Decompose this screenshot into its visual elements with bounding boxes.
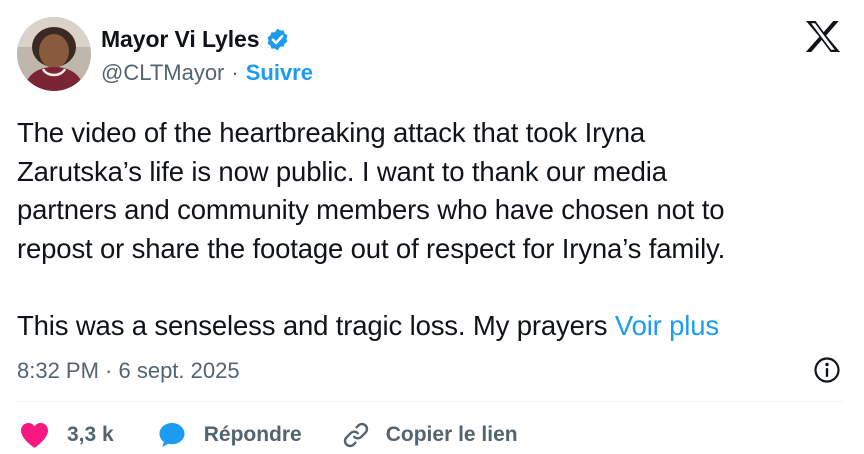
tweet-meta: 8:32 PM · 6 sept. 2025 xyxy=(17,356,841,386)
copy-link-button[interactable]: Copier le lien xyxy=(342,421,518,449)
avatar[interactable] xyxy=(17,17,91,91)
timestamp[interactable]: 8:32 PM · 6 sept. 2025 xyxy=(17,358,240,384)
display-name[interactable]: Mayor Vi Lyles xyxy=(101,26,260,53)
reply-label: Répondre xyxy=(203,423,302,446)
separator-dot: · xyxy=(231,60,239,85)
tweet-header: Mayor Vi Lyles @CLTMayor · Suivre xyxy=(17,17,847,93)
tweet-body: The video of the heartbreaking attack th… xyxy=(17,117,726,341)
tweet-text: The video of the heartbreaking attack th… xyxy=(17,114,857,345)
like-count: 3,3 k xyxy=(67,423,114,446)
see-more-link[interactable]: Voir plus xyxy=(615,310,719,341)
info-icon[interactable] xyxy=(813,356,841,384)
link-icon xyxy=(343,422,368,448)
copy-link-label: Copier le lien xyxy=(385,423,518,446)
action-bar: 3,3 k Répondre Copier le lien xyxy=(20,418,518,452)
like-button[interactable]: 3,3 k xyxy=(20,422,114,449)
reply-bubble-icon xyxy=(159,423,185,447)
heart-icon xyxy=(21,422,48,448)
follow-button[interactable]: Suivre xyxy=(246,60,313,86)
reply-button[interactable]: Répondre xyxy=(158,421,302,449)
verified-badge-icon xyxy=(268,28,288,51)
avatar-photo xyxy=(17,17,91,91)
divider xyxy=(17,401,843,402)
handle[interactable]: @CLTMayor xyxy=(101,60,224,86)
x-logo-icon[interactable] xyxy=(805,20,841,53)
